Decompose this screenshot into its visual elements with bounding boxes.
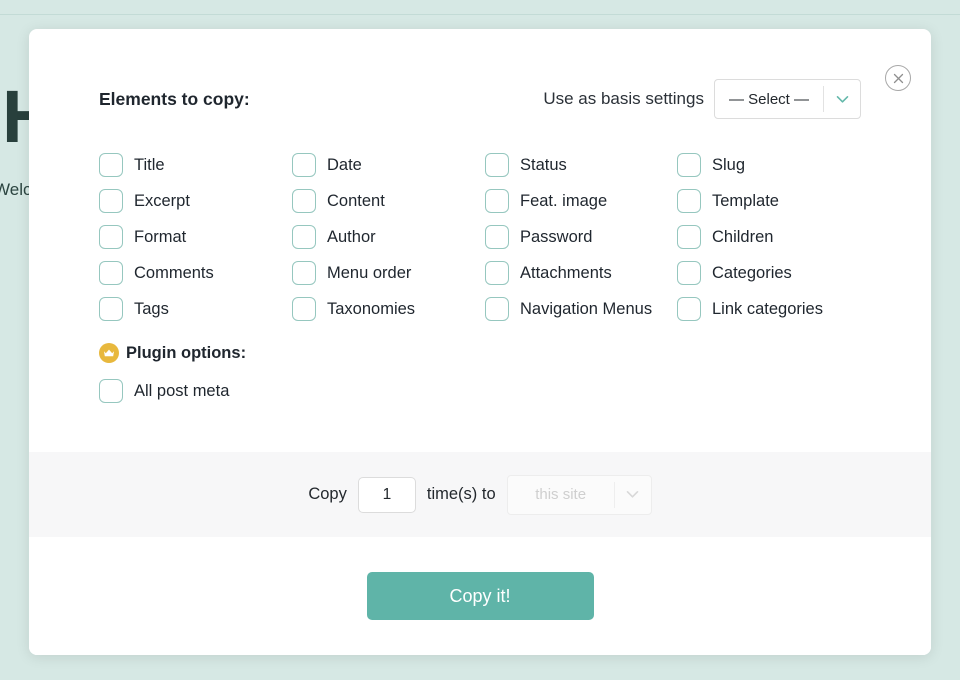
copy-prefix-label: Copy [308, 485, 347, 503]
checkbox-box[interactable] [292, 153, 316, 177]
checkbox-item-status[interactable]: Status [485, 153, 677, 177]
checkbox-label: Comments [134, 263, 214, 282]
checkbox-item-format[interactable]: Format [99, 225, 292, 249]
checkbox-box[interactable] [292, 189, 316, 213]
chevron-down-icon [615, 476, 651, 514]
checkbox-label: Tags [134, 299, 169, 318]
modal-action-area: Copy it! [29, 537, 931, 655]
checkbox-item-comments[interactable]: Comments [99, 261, 292, 285]
checkbox-label: Author [327, 227, 376, 246]
basis-settings-value: — Select — [728, 90, 809, 108]
page-title: Elements to copy: [99, 88, 250, 109]
checkbox-box[interactable] [99, 189, 123, 213]
backdrop-divider [0, 14, 960, 15]
checkbox-item-date[interactable]: Date [292, 153, 485, 177]
checkbox-box[interactable] [292, 225, 316, 249]
checkbox-box[interactable] [485, 261, 509, 285]
checkbox-item-attachments[interactable]: Attachments [485, 261, 677, 285]
plugin-options-heading-row: Plugin options: [99, 343, 861, 363]
checkbox-item-title[interactable]: Title [99, 153, 292, 177]
checkbox-item-navigation-menus[interactable]: Navigation Menus [485, 297, 677, 321]
checkbox-item-children[interactable]: Children [677, 225, 861, 249]
close-icon[interactable] [885, 65, 911, 91]
checkbox-label: Password [520, 227, 593, 246]
checkbox-item-feat-image[interactable]: Feat. image [485, 189, 677, 213]
checkbox-box[interactable] [677, 297, 701, 321]
copy-destination-value: this site [535, 486, 587, 503]
checkbox-item-excerpt[interactable]: Excerpt [99, 189, 292, 213]
checkbox-label: Content [327, 191, 385, 210]
checkbox-box[interactable] [99, 379, 123, 403]
checkbox-label: Feat. image [520, 191, 608, 210]
checkbox-box[interactable] [99, 297, 123, 321]
crown-icon [99, 343, 119, 363]
checkbox-label: Menu order [327, 263, 412, 282]
checkbox-box[interactable] [485, 297, 509, 321]
checkbox-label: Attachments [520, 263, 612, 282]
copy-times-input[interactable] [357, 476, 416, 513]
checkbox-box[interactable] [485, 153, 509, 177]
checkbox-item-all-post-meta[interactable]: All post meta [99, 379, 861, 403]
checkbox-item-password[interactable]: Password [485, 225, 677, 249]
checkbox-item-author[interactable]: Author [292, 225, 485, 249]
checkbox-item-link-categories[interactable]: Link categories [677, 297, 861, 321]
checkbox-label: Slug [712, 155, 746, 174]
checkbox-label: Title [134, 155, 165, 174]
checkbox-box[interactable] [292, 261, 316, 285]
basis-settings-select[interactable]: — Select — [713, 79, 861, 119]
checkbox-label: All post meta [134, 381, 230, 400]
copy-post-modal: Elements to copy: Use as basis settings … [29, 29, 931, 655]
modal-body: Elements to copy: Use as basis settings … [29, 29, 931, 403]
checkbox-label: Template [712, 191, 779, 210]
checkbox-label: Status [520, 155, 567, 174]
checkbox-box[interactable] [485, 225, 509, 249]
checkbox-label: Children [712, 227, 774, 246]
checkbox-item-taxonomies[interactable]: Taxonomies [292, 297, 485, 321]
basis-settings-group: Use as basis settings — Select — [543, 79, 861, 119]
plugin-options-list: All post meta [99, 379, 861, 403]
copy-destination-select[interactable]: this site [506, 474, 652, 515]
checkbox-box[interactable] [99, 261, 123, 285]
checkbox-box[interactable] [99, 225, 123, 249]
copy-count-strip: Copy time(s) to this site [29, 452, 931, 537]
plugin-options-label: Plugin options: [126, 343, 247, 362]
chevron-down-icon [824, 80, 860, 118]
checkbox-box[interactable] [292, 297, 316, 321]
checkbox-label: Taxonomies [327, 299, 416, 318]
checkbox-label: Excerpt [134, 191, 190, 210]
modal-header-row: Elements to copy: Use as basis settings … [99, 79, 861, 119]
checkbox-item-tags[interactable]: Tags [99, 297, 292, 321]
checkbox-label: Navigation Menus [520, 299, 653, 318]
checkbox-box[interactable] [99, 153, 123, 177]
checkbox-label: Date [327, 155, 362, 174]
copy-suffix-label: time(s) to [426, 485, 496, 503]
checkbox-item-content[interactable]: Content [292, 189, 485, 213]
checkbox-box[interactable] [677, 225, 701, 249]
checkbox-item-menu-order[interactable]: Menu order [292, 261, 485, 285]
copy-it-button[interactable]: Copy it! [366, 572, 594, 620]
checkbox-label: Format [134, 227, 187, 246]
checkbox-box[interactable] [677, 153, 701, 177]
checkbox-box[interactable] [485, 189, 509, 213]
basis-settings-label: Use as basis settings [543, 89, 704, 108]
checkbox-item-template[interactable]: Template [677, 189, 861, 213]
checkbox-item-slug[interactable]: Slug [677, 153, 861, 177]
checkbox-label: Categories [712, 263, 792, 282]
checkbox-label: Link categories [712, 299, 823, 318]
checkbox-box[interactable] [677, 189, 701, 213]
checkbox-item-categories[interactable]: Categories [677, 261, 861, 285]
checkbox-box[interactable] [677, 261, 701, 285]
elements-checkbox-grid: Title Date Status Slug Excerpt Content F… [99, 153, 861, 321]
